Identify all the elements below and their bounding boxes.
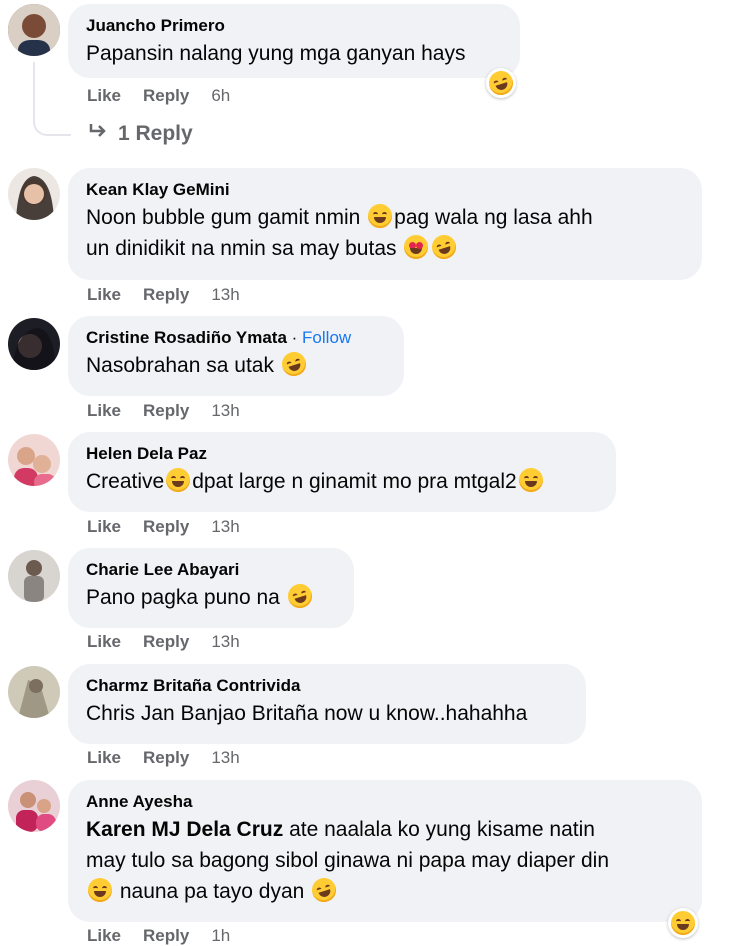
like-button[interactable]: Like — [87, 285, 121, 305]
comment-text: Chris Jan Banjao Britaña now u know..hah… — [86, 702, 528, 725]
text-segment: Creative — [86, 470, 165, 493]
comment-bubble: Helen Dela Paz Creative dpat large n gina… — [68, 432, 616, 512]
comment-bubble: Juancho Primero Papansin nalang yung mga… — [68, 4, 520, 78]
avatar[interactable] — [8, 168, 60, 220]
text-segment: Pano pagka puno na — [86, 586, 286, 609]
comment-text: Pano pagka puno na — [86, 580, 336, 613]
rofl-emoji-icon — [284, 580, 315, 612]
comment-text: Papansin nalang yung mga ganyan hays — [86, 42, 466, 65]
grinning-emoji-icon — [166, 468, 191, 492]
reply-button[interactable]: Reply — [143, 632, 189, 652]
author-name[interactable]: Charmz Britaña Contrivida — [86, 674, 568, 698]
laughing-emoji-icon — [518, 468, 543, 492]
avatar[interactable] — [8, 434, 60, 486]
avatar[interactable] — [8, 318, 60, 370]
laughing-emoji-icon — [671, 911, 695, 935]
view-replies-link[interactable]: 1 Reply — [88, 122, 193, 146]
laughing-emoji-icon — [88, 878, 112, 902]
timestamp[interactable]: 13h — [211, 632, 239, 652]
author-name[interactable]: Charie Lee Abayari — [86, 558, 336, 582]
author-name[interactable]: Helen Dela Paz — [86, 442, 598, 466]
text-segment: Noon bubble gum gamit nmin — [86, 206, 367, 229]
grinning-emoji-icon — [368, 204, 393, 228]
timestamp[interactable]: 13h — [211, 285, 239, 305]
comment-text: Noon bubble gum gamit nmin pag wala ng l… — [86, 202, 684, 264]
author-name[interactable]: Anne Ayesha — [86, 790, 684, 814]
reply-button[interactable]: Reply — [143, 401, 189, 421]
timestamp[interactable]: 6h — [211, 86, 230, 106]
reply-button[interactable]: Reply — [143, 86, 189, 106]
timestamp[interactable]: 1h — [211, 926, 230, 946]
rofl-emoji-icon — [429, 231, 460, 263]
text-segment: Nasobrahan sa utak — [86, 354, 280, 377]
like-button[interactable]: Like — [87, 401, 121, 421]
avatar[interactable] — [8, 666, 60, 718]
heart-eyes-emoji-icon — [404, 235, 429, 259]
replies-count: 1 Reply — [118, 122, 193, 145]
author-line: Cristine Rosadiño Ymata · Follow — [86, 326, 386, 350]
reply-button[interactable]: Reply — [143, 926, 189, 946]
like-button[interactable]: Like — [87, 632, 121, 652]
comment-bubble: Cristine Rosadiño Ymata · Follow Nasobra… — [68, 316, 404, 396]
text-segment: pag wala ng lasa ahh — [394, 206, 593, 229]
comment-text: Karen MJ Dela Cruz ate naalala ko yung k… — [86, 814, 684, 907]
thread-line — [33, 62, 71, 136]
like-button[interactable]: Like — [87, 748, 121, 768]
comment-bubble: Charie Lee Abayari Pano pagka puno na — [68, 548, 354, 628]
comment-bubble: Anne Ayesha Karen MJ Dela Cruz ate naala… — [68, 780, 702, 922]
reaction-badge[interactable] — [668, 908, 698, 938]
rofl-emoji-icon — [278, 348, 309, 380]
text-segment: un dinidikit na nmin sa may butas — [86, 237, 403, 260]
timestamp[interactable]: 13h — [211, 401, 239, 421]
reply-button[interactable]: Reply — [143, 285, 189, 305]
text-segment: ate naalala ko yung kisame natin — [283, 818, 595, 841]
avatar[interactable] — [8, 4, 60, 56]
avatar[interactable] — [8, 550, 60, 602]
reply-arrow-icon — [88, 122, 108, 146]
separator-dot: · — [291, 328, 298, 347]
reply-button[interactable]: Reply — [143, 517, 189, 537]
author-name[interactable]: Cristine Rosadiño Ymata — [86, 328, 287, 347]
comment-text: Nasobrahan sa utak — [86, 348, 386, 381]
comment-bubble: Kean Klay GeMini Noon bubble gum gamit n… — [68, 168, 702, 280]
like-button[interactable]: Like — [87, 86, 121, 106]
reaction-badge[interactable] — [485, 67, 517, 99]
rofl-emoji-icon — [309, 874, 340, 906]
like-button[interactable]: Like — [87, 926, 121, 946]
author-name[interactable]: Kean Klay GeMini — [86, 178, 684, 202]
laughing-emoji-icon — [485, 67, 517, 99]
like-button[interactable]: Like — [87, 517, 121, 537]
comment-text: Creative dpat large n ginamit mo pra mtga… — [86, 466, 598, 497]
comment-bubble: Charmz Britaña Contrivida Chris Jan Banj… — [68, 664, 586, 744]
timestamp[interactable]: 13h — [211, 517, 239, 537]
follow-button[interactable]: Follow — [302, 328, 351, 347]
avatar[interactable] — [8, 780, 60, 832]
text-segment: nauna pa tayo dyan — [114, 880, 311, 903]
mention-link[interactable]: Karen MJ Dela Cruz — [86, 818, 283, 841]
timestamp[interactable]: 13h — [211, 748, 239, 768]
author-name[interactable]: Juancho Primero — [86, 14, 502, 38]
reply-button[interactable]: Reply — [143, 748, 189, 768]
text-segment: dpat large n ginamit mo pra mtgal2 — [192, 470, 517, 493]
text-segment: may tulo sa bagong sibol ginawa ni papa … — [86, 849, 610, 872]
